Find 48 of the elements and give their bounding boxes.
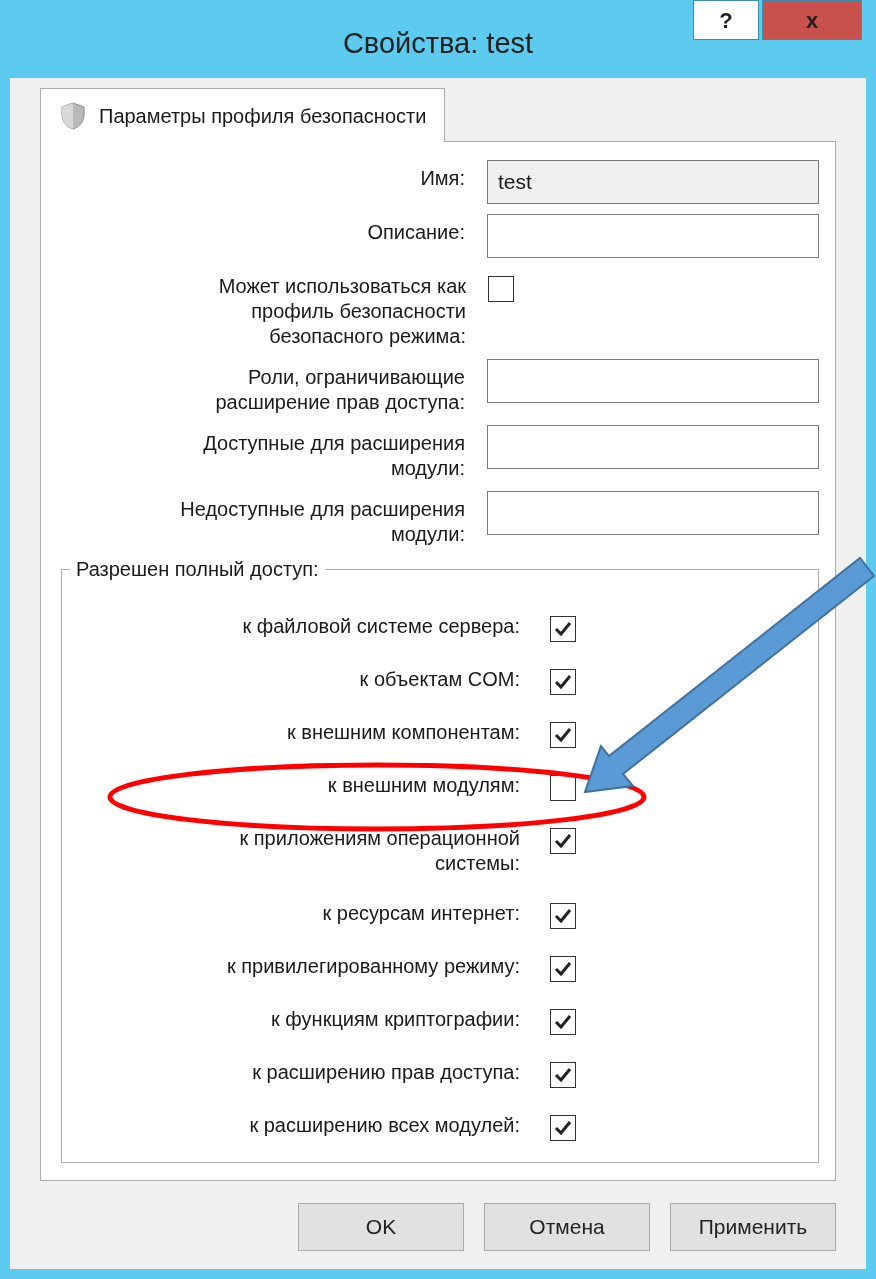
close-button[interactable]: x <box>762 0 862 40</box>
dialog-button[interactable]: Применить <box>670 1203 836 1251</box>
checkbox[interactable] <box>488 276 514 302</box>
checkbox-label: к привилегированному режиму: <box>225 954 520 979</box>
field-label: Недоступные для расширения модули: <box>179 497 465 547</box>
checkbox[interactable] <box>550 956 576 982</box>
tab[interactable]: Параметры профиля безопасности <box>40 88 446 142</box>
checkbox-label: к функциям криптографии: <box>270 1007 520 1032</box>
checkbox-label: к ресурсам интернет: <box>321 901 520 926</box>
check-icon <box>554 1014 572 1030</box>
checkbox-label: к объектам COM: <box>358 667 520 692</box>
dialog-button[interactable]: OK <box>298 1203 464 1251</box>
checkbox[interactable] <box>550 722 576 748</box>
check-icon <box>554 908 572 924</box>
checkbox[interactable] <box>550 1062 576 1088</box>
field-label: Имя: <box>419 166 465 191</box>
text-field[interactable] <box>486 425 819 469</box>
check-icon <box>554 727 572 743</box>
checkbox-label: к файловой системе сервера: <box>241 614 520 639</box>
text-field[interactable] <box>486 491 819 535</box>
field-label: Роли, ограничивающие расширение прав доступа: <box>214 365 465 415</box>
checkbox[interactable] <box>550 616 576 642</box>
check-icon <box>554 621 572 637</box>
check-icon <box>554 1120 572 1136</box>
field-label: Доступные для расширения модули: <box>202 431 465 481</box>
checkbox[interactable] <box>550 1115 576 1141</box>
checkbox-label: к расширению прав доступа: <box>251 1060 520 1085</box>
text-field[interactable] <box>486 214 819 258</box>
field-label: Может использоваться как профиль безопасности безопасного режима: <box>217 274 466 349</box>
shield-icon <box>61 101 85 130</box>
checkbox[interactable] <box>550 1009 576 1035</box>
text-field[interactable] <box>486 359 819 403</box>
window-title: Свойства: test <box>342 26 534 61</box>
check-icon <box>554 1067 572 1083</box>
checkbox-label: к внешним компонентам: <box>285 720 520 745</box>
check-icon <box>554 674 572 690</box>
checkbox-label: к внешним модулям: <box>326 773 520 798</box>
checkbox[interactable] <box>550 828 576 854</box>
checkbox-label: к приложениям операционной системы: <box>238 826 520 876</box>
dialog-button[interactable]: Отмена <box>484 1203 650 1251</box>
field-label: Описание: <box>366 220 465 245</box>
check-icon <box>554 961 572 977</box>
checkbox-label: к расширению всех модулей: <box>248 1113 520 1138</box>
checkbox[interactable] <box>550 903 576 929</box>
help-button[interactable]: ? <box>693 0 759 40</box>
checkbox[interactable] <box>550 775 576 801</box>
check-icon <box>554 833 572 849</box>
checkbox[interactable] <box>550 669 576 695</box>
